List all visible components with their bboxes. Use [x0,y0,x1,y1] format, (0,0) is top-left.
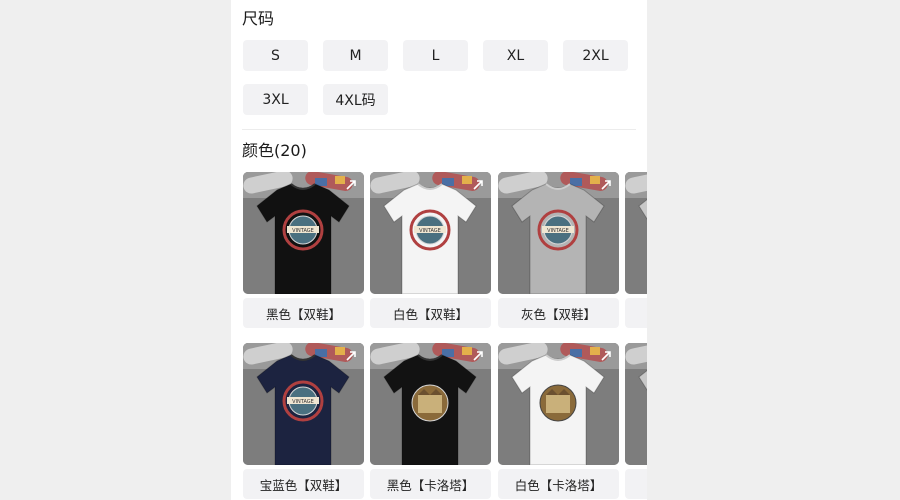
product-thumbnail [625,343,647,465]
color-option-card[interactable]: 白色【卡洛塔】 [498,343,619,499]
size-option-2xl[interactable]: 2XL [563,40,628,71]
expand-icon[interactable] [344,178,358,192]
product-thumbnail: VINTAGE [625,172,647,294]
color-option-card[interactable]: VINTAGE 灰色【双鞋】 [498,172,619,328]
size-section-title: 尺码 [242,9,275,28]
color-option-card[interactable]: 黑色【卡洛塔】 [370,343,491,499]
color-option-card[interactable]: VINTAGE [625,172,647,328]
product-thumbnail: VINTAGE [370,172,491,294]
size-option-m[interactable]: M [323,40,388,71]
svg-text:VINTAGE: VINTAGE [292,399,314,405]
color-option-card[interactable] [625,343,647,499]
sku-selection-panel: 尺码 S M L XL 2XL 3XL 4XL码 颜色(20) VINTAGE [231,0,647,500]
expand-icon[interactable] [599,349,613,363]
color-option-label: 灰色【双鞋】 [498,298,619,328]
svg-text:VINTAGE: VINTAGE [292,228,314,234]
product-thumbnail: VINTAGE [243,172,364,294]
expand-icon[interactable] [471,178,485,192]
expand-icon[interactable] [599,178,613,192]
expand-icon[interactable] [471,349,485,363]
color-option-label: 黑色【卡洛塔】 [370,469,491,499]
color-option-label: 白色【双鞋】 [370,298,491,328]
color-option-label [625,298,647,328]
color-option-label: 白色【卡洛塔】 [498,469,619,499]
product-thumbnail: VINTAGE [498,172,619,294]
color-option-label [625,469,647,499]
product-thumbnail [498,343,619,465]
size-option-4xl[interactable]: 4XL码 [323,84,388,115]
section-divider [242,129,636,130]
color-option-card[interactable]: VINTAGE 宝蓝色【双鞋】 [243,343,364,499]
color-option-card[interactable]: VINTAGE 白色【双鞋】 [370,172,491,328]
color-option-card[interactable]: VINTAGE 黑色【双鞋】 [243,172,364,328]
color-option-label: 黑色【双鞋】 [243,298,364,328]
product-thumbnail [370,343,491,465]
svg-text:VINTAGE: VINTAGE [419,228,441,234]
svg-text:VINTAGE: VINTAGE [547,228,569,234]
size-option-xl[interactable]: XL [483,40,548,71]
tshirt-image [625,343,647,465]
size-option-l[interactable]: L [403,40,468,71]
color-section-title: 颜色(20) [242,141,307,160]
color-option-label: 宝蓝色【双鞋】 [243,469,364,499]
size-option-3xl[interactable]: 3XL [243,84,308,115]
size-option-s[interactable]: S [243,40,308,71]
tshirt-image: VINTAGE [625,172,647,294]
expand-icon[interactable] [344,349,358,363]
product-thumbnail: VINTAGE [243,343,364,465]
